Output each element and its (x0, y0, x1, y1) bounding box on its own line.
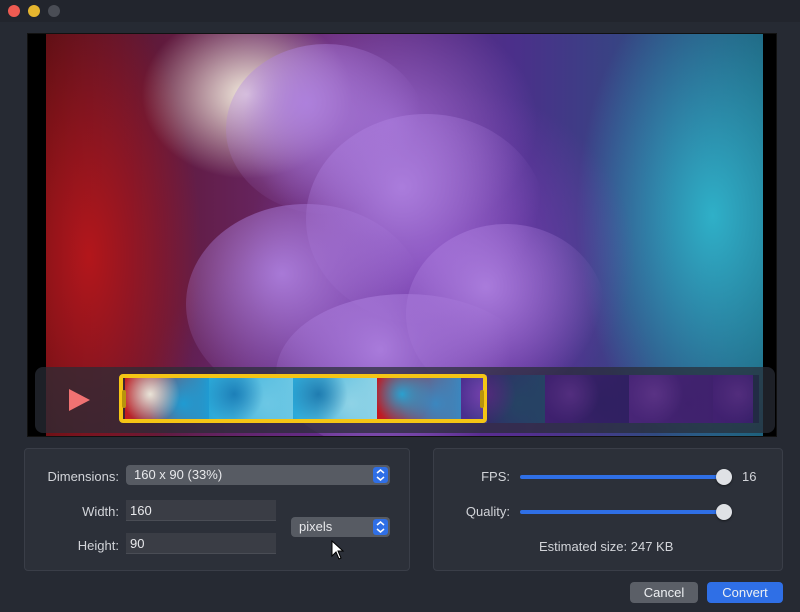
height-field[interactable] (126, 533, 276, 554)
close-window-button[interactable] (8, 5, 20, 17)
select-stepper-icon (373, 519, 388, 535)
video-preview (27, 33, 777, 437)
convert-button[interactable]: Convert (707, 582, 783, 603)
width-label: Width: (82, 504, 119, 519)
quality-slider-track (520, 510, 732, 514)
fps-label: FPS: (481, 469, 510, 484)
fps-slider-knob[interactable] (716, 469, 732, 485)
height-label: Height: (77, 538, 119, 553)
width-field[interactable] (126, 500, 276, 521)
select-stepper-icon (373, 467, 388, 483)
trim-selection[interactable] (119, 374, 487, 423)
play-icon (69, 389, 90, 411)
play-button[interactable] (65, 386, 93, 414)
cancel-button[interactable]: Cancel (630, 582, 698, 603)
quality-slider[interactable] (520, 502, 732, 522)
dimensions-select[interactable]: 160 x 90 (33%) (126, 465, 390, 485)
dimensions-value: 160 x 90 (33%) (134, 467, 223, 482)
quality-label: Quality: (465, 504, 510, 519)
unselected-range-overlay (487, 375, 759, 423)
unit-select[interactable]: pixels (291, 517, 390, 537)
fps-slider-track (520, 475, 732, 479)
fps-value: 16 (742, 469, 757, 484)
quality-slider-knob[interactable] (716, 504, 732, 520)
unit-value: pixels (299, 519, 333, 534)
trim-start-handle[interactable] (122, 390, 126, 408)
fps-slider[interactable] (520, 467, 732, 487)
timeline-scrubber[interactable] (35, 367, 775, 433)
output-panel: FPS: 16 Quality: Estimated size: 247 KB (433, 448, 783, 571)
mouse-cursor-icon (331, 540, 345, 560)
dimensions-panel: Dimensions: 160 x 90 (33%) Width: Height… (24, 448, 410, 571)
dimensions-label: Dimensions: (47, 469, 119, 484)
title-bar (0, 0, 800, 22)
minimize-window-button[interactable] (28, 5, 40, 17)
gif-converter-window: Dimensions: 160 x 90 (33%) Width: Height… (0, 0, 800, 612)
trim-end-handle[interactable] (480, 390, 484, 408)
zoom-window-button[interactable] (48, 5, 60, 17)
estimated-size: Estimated size: 247 KB (539, 539, 674, 554)
